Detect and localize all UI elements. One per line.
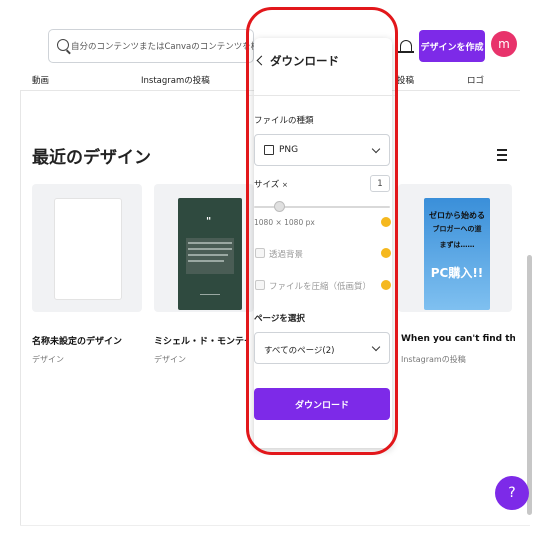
- crown-icon: [381, 280, 391, 290]
- search-placeholder: 自分のコンテンツまたはCanvaのコンテンツを検索: [71, 42, 268, 52]
- panel-title: ダウンロード: [270, 54, 339, 68]
- scrollbar[interactable]: [527, 255, 532, 515]
- thumbnail-text: ゼロから始める: [429, 211, 485, 220]
- back-icon[interactable]: [256, 55, 267, 66]
- category-logo[interactable]: ロゴ: [467, 74, 484, 86]
- bell-icon[interactable]: [398, 40, 414, 53]
- list-view-icon[interactable]: [497, 149, 507, 161]
- design-thumbnail: ": [178, 198, 242, 310]
- design-name[interactable]: When you can't find the sunshi...: [401, 334, 515, 344]
- search-input[interactable]: 自分のコンテンツまたはCanvaのコンテンツを検索: [48, 29, 268, 63]
- design-thumbnail: [54, 198, 122, 300]
- chevron-down-icon: [371, 342, 381, 352]
- design-type: デザイン: [154, 355, 186, 364]
- transparent-bg-label: 透過背景: [269, 250, 304, 260]
- crown-icon: [381, 217, 391, 227]
- design-card[interactable]: ": [154, 184, 254, 312]
- chevron-down-icon: [371, 144, 381, 154]
- category-instagram-post[interactable]: Instagramの投稿: [141, 74, 210, 86]
- create-design-button[interactable]: デザインを作成: [419, 30, 485, 62]
- design-name[interactable]: 名称未設定のデザイン: [32, 334, 122, 347]
- divider: [20, 90, 21, 525]
- pages-value: すべてのページ(2): [264, 346, 335, 356]
- recent-designs-title: 最近のデザイン: [32, 148, 151, 168]
- size-slider[interactable]: [254, 201, 390, 212]
- avatar[interactable]: m: [491, 31, 517, 57]
- help-button[interactable]: ?: [495, 476, 529, 510]
- slider-handle[interactable]: [274, 201, 286, 212]
- file-type-select[interactable]: PNG: [254, 134, 390, 166]
- crown-icon: [381, 248, 391, 258]
- thumbnail-text: ブロガーへの道: [432, 225, 482, 233]
- thumbnail-text: まずは……: [439, 241, 475, 249]
- download-panel: ダウンロード ファイルの種類 PNG サイズ × 1 1080 × 1080 p…: [248, 38, 398, 448]
- file-type-label: ファイルの種類: [254, 116, 314, 126]
- pages-label: ページを選択: [254, 314, 305, 324]
- design-type: デザイン: [32, 355, 64, 364]
- compress-label: ファイルを圧縮（低画質）: [269, 282, 372, 292]
- transparent-bg-checkbox[interactable]: [255, 248, 265, 258]
- pages-select[interactable]: すべてのページ(2): [254, 332, 390, 364]
- search-icon: [57, 39, 69, 51]
- size-dimensions: 1080 × 1080 px: [254, 218, 315, 227]
- bottom-bar: [20, 525, 530, 545]
- design-card[interactable]: [32, 184, 142, 312]
- size-label: サイズ ×: [254, 180, 288, 190]
- thumbnail-text: PC購入!!: [430, 266, 484, 280]
- design-thumbnail: ゼロから始める ブロガーへの道 まずは…… PC購入!!: [424, 198, 490, 310]
- category-post[interactable]: 投稿: [397, 74, 414, 86]
- size-input[interactable]: 1: [370, 175, 390, 192]
- file-type-value: PNG: [279, 145, 299, 155]
- design-card[interactable]: ゼロから始める ブロガーへの道 まずは…… PC購入!!: [398, 184, 512, 312]
- divider: [248, 95, 398, 96]
- compress-checkbox[interactable]: [255, 280, 265, 290]
- image-icon: [264, 145, 274, 155]
- category-video[interactable]: 動画: [32, 74, 49, 86]
- download-button[interactable]: ダウンロード: [254, 388, 390, 420]
- design-type: Instagramの投稿: [401, 355, 466, 364]
- design-name[interactable]: ミシェル・ド・モンテーニュ: [154, 334, 246, 347]
